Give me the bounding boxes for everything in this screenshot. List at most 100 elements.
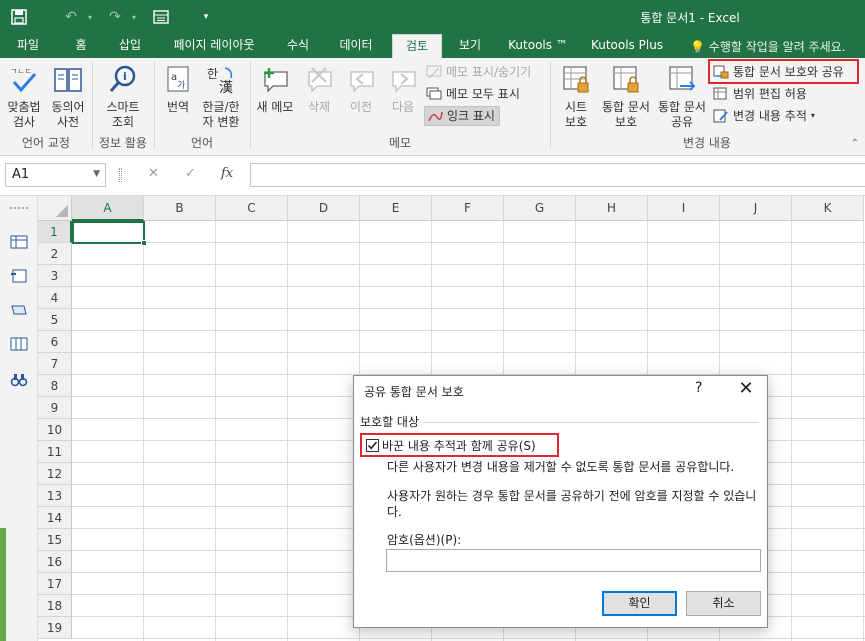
form-icon[interactable] <box>150 7 172 27</box>
insert-function-icon[interactable]: fx <box>221 166 233 181</box>
row-header-4[interactable]: 4 <box>38 287 72 309</box>
tab-page-layout[interactable]: 페이지 레이아웃 <box>160 34 268 58</box>
delete-comment-button[interactable]: 삭제 <box>298 64 340 115</box>
row-gridline <box>72 352 865 353</box>
next-comment-label: 다음 <box>391 100 415 114</box>
row-header-1[interactable]: 1 <box>38 221 72 243</box>
show-ink-button[interactable]: 잉크 표시 <box>424 106 500 126</box>
column-header-b[interactable]: B <box>144 196 216 221</box>
spelling-button[interactable]: ㄱㄴㄷ 맞춤법 검사 <box>3 64 45 130</box>
help-button[interactable]: ? <box>695 380 702 396</box>
close-button[interactable]: ✕ <box>734 377 758 401</box>
name-box[interactable]: A1 ▼ <box>5 163 106 187</box>
next-comment-button[interactable]: 다음 <box>382 64 424 115</box>
track-changes-button[interactable]: 변경 내용 추적 ▾ <box>713 106 815 126</box>
fill-handle[interactable] <box>141 240 147 246</box>
row-header-3[interactable]: 3 <box>38 265 72 287</box>
name-box-dropdown-icon[interactable]: ▼ <box>93 169 100 179</box>
row-header-16[interactable]: 16 <box>38 551 72 573</box>
row-header-14[interactable]: 14 <box>38 507 72 529</box>
show-hide-comment-icon <box>426 65 442 79</box>
tab-kutools[interactable]: Kutools ™ <box>500 34 576 58</box>
smart-lookup-button[interactable]: i 스마트 조회 <box>97 64 149 130</box>
column-header-d[interactable]: D <box>288 196 360 221</box>
row-header-11[interactable]: 11 <box>38 441 72 463</box>
redo-icon[interactable]: ↷ <box>104 7 126 27</box>
cancel-entry-icon[interactable]: ✕ <box>148 166 159 181</box>
row-header-8[interactable]: 8 <box>38 375 72 397</box>
row-header-15[interactable]: 15 <box>38 529 72 551</box>
tab-insert[interactable]: 삽입 <box>108 34 152 58</box>
allow-edit-ranges-button[interactable]: 범위 편집 허용 <box>713 84 807 104</box>
tell-me-box[interactable]: 💡 수행할 작업을 알려 주세요. <box>690 38 845 55</box>
workbook-sheets-icon[interactable] <box>10 234 28 250</box>
row-header-19[interactable]: 19 <box>38 617 72 639</box>
column-header-i[interactable]: I <box>648 196 720 221</box>
active-cell[interactable] <box>72 221 147 246</box>
show-all-comments-button[interactable]: 메모 모두 표시 <box>426 84 520 104</box>
tab-home[interactable]: 홈 <box>64 34 98 58</box>
protect-workbook-label: 통합 문서 보호 <box>602 100 650 129</box>
row-header-13[interactable]: 13 <box>38 485 72 507</box>
select-all-corner[interactable] <box>38 196 72 221</box>
row-header-7[interactable]: 7 <box>38 353 72 375</box>
find-replace-icon[interactable] <box>10 372 28 388</box>
collapse-ribbon-icon[interactable]: ⌃ <box>851 138 859 149</box>
previous-comment-label: 이전 <box>349 100 373 114</box>
row-header-9[interactable]: 9 <box>38 397 72 419</box>
column-list-icon[interactable] <box>10 336 28 352</box>
name-manager-icon[interactable] <box>10 302 28 318</box>
lightbulb-icon: 💡 <box>690 40 705 54</box>
column-header-g[interactable]: G <box>504 196 576 221</box>
tab-file[interactable]: 파일 <box>6 34 50 58</box>
tab-view[interactable]: 보기 <box>448 34 492 58</box>
tab-kutools-plus[interactable]: Kutools Plus <box>584 34 670 58</box>
translate-button[interactable]: a 가 번역 <box>158 64 198 115</box>
row-header-17[interactable]: 17 <box>38 573 72 595</box>
tab-formulas[interactable]: 수식 <box>276 34 320 58</box>
new-comment-button[interactable]: 새 메모 <box>254 64 296 115</box>
row-header-6[interactable]: 6 <box>38 331 72 353</box>
column-header-k[interactable]: K <box>792 196 864 221</box>
hangul-hanja-button[interactable]: 한 漢 한글/한 자 변환 <box>198 64 244 130</box>
row-header-5[interactable]: 5 <box>38 309 72 331</box>
column-header-e[interactable]: E <box>360 196 432 221</box>
redo-dropdown-icon[interactable]: ▾ <box>128 7 140 27</box>
new-comment-label: 새 메모 <box>256 100 294 114</box>
cancel-button[interactable]: 취소 <box>686 591 761 616</box>
ok-button[interactable]: 확인 <box>602 591 677 616</box>
column-header-j[interactable]: J <box>720 196 792 221</box>
row-header-10[interactable]: 10 <box>38 419 72 441</box>
new-comment-icon <box>264 68 288 93</box>
undo-icon[interactable]: ↶ <box>60 7 82 27</box>
customize-qat-icon[interactable]: ▾ <box>200 7 212 27</box>
group-label-language: 언어 <box>190 136 214 150</box>
column-gridline <box>791 221 792 641</box>
formula-input[interactable] <box>250 163 865 187</box>
row-header-18[interactable]: 18 <box>38 595 72 617</box>
pane-toggle-bar[interactable] <box>0 528 6 641</box>
thesaurus-button[interactable]: 동의어 사전 <box>47 64 89 130</box>
show-hide-comment-button[interactable]: 메모 표시/숨기기 <box>426 62 531 82</box>
column-header-c[interactable]: C <box>216 196 288 221</box>
autotext-icon[interactable] <box>10 268 28 284</box>
group-divider <box>414 422 759 423</box>
row-gridline <box>72 286 865 287</box>
previous-comment-button[interactable]: 이전 <box>340 64 382 115</box>
protect-sheet-button[interactable]: 시트 보호 <box>554 64 598 130</box>
column-header-h[interactable]: H <box>576 196 648 221</box>
row-header-12[interactable]: 12 <box>38 463 72 485</box>
undo-dropdown-icon[interactable]: ▾ <box>84 7 96 27</box>
drag-handle[interactable] <box>119 168 122 182</box>
save-icon[interactable] <box>8 7 30 27</box>
protect-workbook-button[interactable]: 통합 문서 보호 <box>598 64 654 130</box>
column-header-f[interactable]: F <box>432 196 504 221</box>
tab-data[interactable]: 데이터 <box>328 34 384 58</box>
share-workbook-button[interactable]: 통합 문서 공유 <box>655 64 709 130</box>
row-header-2[interactable]: 2 <box>38 243 72 265</box>
password-label: 암호(옵션)(P): <box>387 533 462 547</box>
tab-review[interactable]: 검토 <box>392 34 442 58</box>
confirm-entry-icon[interactable]: ✓ <box>185 166 196 181</box>
column-header-a[interactable]: A <box>72 196 144 221</box>
password-input[interactable] <box>386 549 761 572</box>
